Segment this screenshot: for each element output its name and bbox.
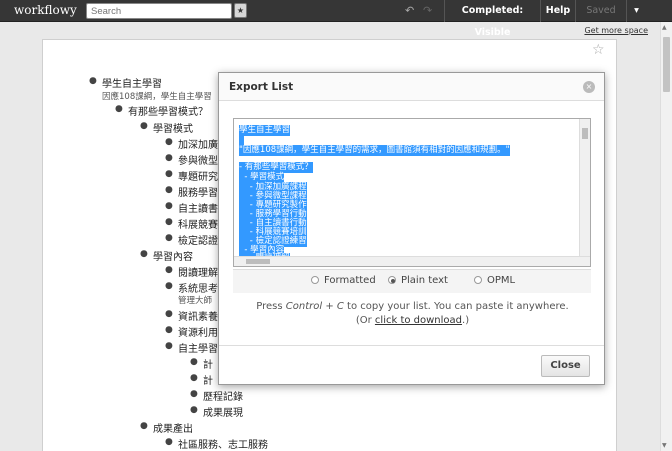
chevron-down-icon[interactable]: ▾ bbox=[626, 0, 646, 22]
outline-item-mode[interactable]: 學習模式 bbox=[153, 120, 193, 135]
radio-icon bbox=[311, 276, 319, 284]
export-line: 學生自主學習 bbox=[239, 125, 291, 136]
bullet-icon[interactable]: ● bbox=[140, 121, 148, 131]
bullet-icon[interactable]: ● bbox=[140, 421, 148, 431]
help-button[interactable]: Help bbox=[540, 0, 575, 22]
top-bar: workflowy ★ ↶ ↷ Completed: Visible Help … bbox=[0, 0, 672, 38]
scroll-thumb[interactable] bbox=[582, 128, 588, 139]
outline-item[interactable]: 檢定認證 bbox=[178, 232, 218, 247]
scroll-up-icon[interactable]: ▲ bbox=[662, 24, 667, 31]
get-more-space-link[interactable]: Get more space bbox=[584, 26, 648, 35]
format-formatted-radio[interactable]: Formatted bbox=[311, 275, 376, 286]
bullet-icon[interactable]: ● bbox=[165, 281, 173, 291]
outline-item[interactable]: 成果展現 bbox=[203, 404, 243, 419]
outline-item[interactable]: 自主讀書 bbox=[178, 200, 218, 215]
star-icon[interactable]: ★ bbox=[234, 3, 247, 18]
bullet-icon[interactable]: ● bbox=[89, 76, 97, 86]
bullet-icon[interactable]: ● bbox=[165, 341, 173, 351]
redo-icon[interactable]: ↷ bbox=[423, 4, 432, 17]
format-plain-text-radio[interactable]: Plain text bbox=[388, 275, 448, 286]
bullet-icon[interactable]: ● bbox=[165, 217, 173, 227]
scroll-thumb[interactable] bbox=[663, 37, 670, 92]
bullet-icon[interactable]: ● bbox=[165, 233, 173, 243]
page-scrollbar[interactable]: ▲ ▼ bbox=[660, 22, 672, 451]
bullet-icon[interactable]: ● bbox=[190, 405, 198, 415]
outline-item[interactable]: 資訊素養 bbox=[178, 308, 218, 323]
export-line: "因應108課綱，學生自主學習的需求，圖書館須有相對的因應和規劃。" bbox=[239, 145, 510, 156]
outline-root-note[interactable]: 因應108課綱，學生自主學習 bbox=[102, 90, 212, 102]
outline-item[interactable]: 閱讀理解 bbox=[178, 264, 218, 279]
outline-item-q1[interactable]: 有那些學習模式？ bbox=[128, 103, 208, 118]
outline-item[interactable]: 服務學習 bbox=[178, 184, 218, 199]
outline-item[interactable]: 計 bbox=[203, 372, 213, 387]
outline-item[interactable]: 歷程記錄 bbox=[203, 388, 243, 403]
outline-item[interactable]: 專題研究 bbox=[178, 168, 218, 183]
bullet-icon[interactable]: ● bbox=[140, 249, 148, 259]
format-opml-radio[interactable]: OPML bbox=[474, 275, 515, 286]
close-icon[interactable]: × bbox=[583, 81, 595, 93]
bullet-icon[interactable]: ● bbox=[190, 373, 198, 383]
outline-item-output[interactable]: 成果產出 bbox=[153, 420, 193, 435]
download-hint: (Or click to download.) bbox=[355, 315, 470, 326]
outline-root[interactable]: 學生自主學習 bbox=[102, 75, 162, 90]
bullet-icon[interactable]: ● bbox=[115, 104, 123, 114]
export-textarea[interactable]: 學生自主學習 "因應108課綱，學生自主學習的需求，圖書館須有相對的因應和規劃。… bbox=[233, 118, 591, 267]
outline-item[interactable]: 科展競賽 bbox=[178, 216, 218, 231]
undo-icon[interactable]: ↶ bbox=[405, 4, 414, 17]
textarea-vscrollbar[interactable] bbox=[579, 119, 590, 258]
bullet-icon[interactable]: ● bbox=[165, 437, 173, 447]
bullet-icon[interactable]: ● bbox=[165, 169, 173, 179]
outline-item[interactable]: 參與微型 bbox=[178, 152, 218, 167]
bullet-icon[interactable]: ● bbox=[165, 201, 173, 211]
export-line bbox=[239, 135, 245, 146]
outline-item[interactable]: 社區服務、志工服務 bbox=[178, 436, 268, 451]
search-input[interactable] bbox=[86, 3, 232, 19]
bullet-icon[interactable]: ● bbox=[165, 325, 173, 335]
export-line: - 學習模式 bbox=[239, 172, 285, 183]
bullet-icon[interactable]: ● bbox=[165, 137, 173, 147]
outline-item[interactable]: 計 bbox=[203, 356, 213, 371]
workflowy-logo[interactable]: workflowy bbox=[14, 3, 77, 17]
export-list-dialog: Export List × 學生自主學習 "因應108課綱，學生自主學習的需求，… bbox=[218, 72, 605, 385]
outline-note[interactable]: 管理大師 bbox=[178, 294, 212, 306]
bullet-icon[interactable]: ● bbox=[165, 265, 173, 275]
radio-selected-icon bbox=[388, 276, 396, 284]
outline-item-content[interactable]: 學習內容 bbox=[153, 248, 193, 263]
scroll-down-icon[interactable]: ▼ bbox=[662, 442, 667, 449]
format-options: Formatted Plain text OPML bbox=[233, 269, 591, 293]
copy-hint: Press Control + C to copy your list. You… bbox=[256, 301, 569, 312]
dialog-title: Export List bbox=[219, 73, 604, 101]
star-outline-icon[interactable]: ☆ bbox=[592, 42, 605, 58]
outline-item[interactable]: 自主學習 bbox=[178, 340, 218, 355]
outline-item[interactable]: 系統思考 bbox=[178, 280, 218, 295]
completed-visible-button[interactable]: Completed: Visible bbox=[444, 0, 540, 38]
textarea-hscrollbar[interactable] bbox=[234, 256, 590, 266]
bullet-icon[interactable]: ● bbox=[165, 185, 173, 195]
bullet-icon[interactable]: ● bbox=[190, 357, 198, 367]
bullet-icon[interactable]: ● bbox=[190, 389, 198, 399]
dialog-divider bbox=[219, 345, 604, 346]
bullet-icon[interactable]: ● bbox=[165, 309, 173, 319]
close-button[interactable]: Close bbox=[541, 355, 590, 377]
outline-item[interactable]: 資源利用 bbox=[178, 324, 218, 339]
bullet-icon[interactable]: ● bbox=[165, 153, 173, 163]
click-to-download-link[interactable]: click to download bbox=[375, 315, 462, 326]
export-line: - 有那些學習模式？ bbox=[239, 162, 313, 173]
scroll-thumb[interactable] bbox=[246, 259, 270, 264]
radio-icon bbox=[474, 276, 482, 284]
outline-item[interactable]: 加深加廣 bbox=[178, 136, 218, 151]
saved-status: Saved bbox=[575, 0, 626, 22]
